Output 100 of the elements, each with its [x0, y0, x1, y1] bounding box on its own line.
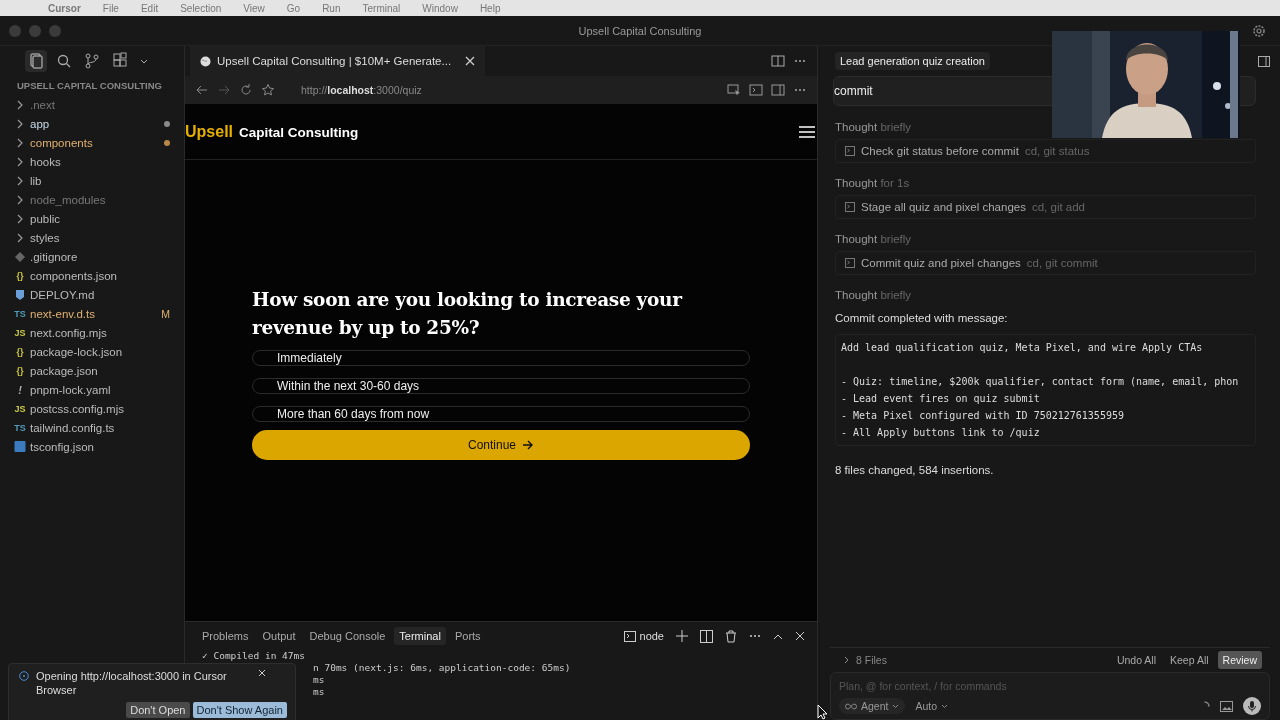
cursor-select-icon[interactable] [727, 83, 741, 97]
file-name: pnpm-lock.yaml [30, 383, 111, 396]
review-action-button[interactable]: Review [1217, 651, 1262, 669]
menu-item[interactable]: View [243, 2, 265, 14]
close-icon[interactable] [258, 669, 266, 677]
menu-item[interactable]: Window [422, 2, 458, 14]
sidebar-toggle-icon[interactable] [771, 83, 785, 97]
thought-label[interactable]: Thought for 1s [835, 172, 1256, 194]
terminal-icon[interactable] [749, 83, 763, 97]
browser-tab[interactable]: Upsell Capital Consulting | $10M+ Generate... [190, 46, 485, 76]
terminal-selector[interactable]: node [623, 630, 664, 642]
modified-status-letter: M [161, 307, 170, 320]
menu-item[interactable]: Run [322, 2, 341, 14]
file-tree-item[interactable]: JS postcss.config.mjs [0, 399, 184, 418]
file-tree-item[interactable]: DEPLOY.md [0, 285, 184, 304]
menu-item[interactable]: File [102, 2, 119, 14]
microphone-icon[interactable] [1243, 697, 1261, 715]
notification-button[interactable]: Don't Show Again [192, 702, 287, 718]
code-line: - Quiz: timeline, $200k qualifier, contact form (name, email, phon [841, 375, 1240, 389]
files-icon[interactable] [25, 50, 47, 72]
file-tree-item[interactable]: ! pnpm-lock.yaml [0, 380, 184, 399]
quiz-question: How soon are you looking to increase your revenue by up to 25%? [252, 288, 684, 340]
panel-tab[interactable]: Problems [197, 627, 254, 645]
json-file-icon: {} [14, 365, 26, 376]
file-tree-item[interactable]: app [0, 114, 184, 133]
assistant-message: 8 files changed, 584 insertions. [835, 463, 995, 478]
file-name: next.config.mjs [30, 326, 107, 339]
tool-call-row[interactable]: Check git status before commit cd, git status [835, 139, 1256, 163]
explorer-header[interactable]: UPSELL CAPITAL CONSULTING [0, 76, 184, 95]
file-name: .gitignore [30, 250, 78, 263]
star-icon[interactable] [261, 83, 275, 97]
file-tree-item[interactable]: {} package.json [0, 361, 184, 380]
menu-item[interactable]: Edit [140, 2, 159, 14]
brand-name[interactable]: Capital Consulting [239, 124, 359, 140]
chat-title-tab[interactable]: Lead generation quiz creation [835, 52, 990, 70]
thought-label[interactable]: Thought briefly [835, 284, 1256, 306]
back-arrow-icon[interactable] [195, 83, 209, 97]
file-tree-item[interactable]: {} package-lock.json [0, 342, 184, 361]
model-dropdown[interactable]: Auto [915, 700, 949, 712]
review-action-button[interactable]: Keep All [1165, 651, 1214, 669]
panel-tab[interactable]: Ports [449, 627, 486, 645]
panel-tab[interactable]: Debug Console [304, 627, 391, 645]
file-name: app [30, 117, 50, 130]
file-tree-item[interactable]: .gitignore [0, 247, 184, 266]
file-tree-item[interactable]: hooks [0, 152, 184, 171]
thought-label[interactable]: Thought briefly [835, 116, 1256, 138]
review-action-button[interactable]: Undo All [1111, 651, 1162, 669]
more-icon[interactable] [749, 634, 761, 638]
close-icon[interactable] [465, 56, 475, 66]
split-view-icon[interactable] [700, 629, 713, 643]
file-tree-item[interactable]: lib [0, 171, 184, 190]
globe-icon [200, 55, 211, 67]
menu-item[interactable]: Selection [180, 2, 222, 14]
info-icon [19, 671, 29, 681]
tool-call-title: Stage all quiz and pixel changes [861, 201, 1026, 213]
typescript-file-icon: TS [14, 308, 26, 319]
thought-label[interactable]: Thought briefly [835, 228, 1256, 250]
panel-tab[interactable]: Output [257, 627, 301, 645]
terminal-line: ms [313, 674, 325, 686]
menu-item[interactable]: Go [286, 2, 301, 14]
close-icon[interactable] [795, 631, 805, 641]
split-view-icon[interactable] [771, 54, 785, 68]
file-tree-item[interactable]: TS tailwind.config.ts [0, 418, 184, 437]
file-tree-item[interactable]: TS next-env.d.ts M [0, 304, 184, 323]
url-field[interactable]: http://localhost:3000/quiz [301, 84, 422, 96]
panel-tab[interactable]: Terminal [394, 627, 446, 645]
brand-logo-text[interactable]: Upsell [185, 122, 233, 141]
continue-button[interactable]: Continue [252, 430, 750, 460]
file-tree-item[interactable]: {} components.json [0, 266, 184, 285]
file-name: components.json [30, 269, 117, 282]
tool-call-row[interactable]: Stage all quiz and pixel changes cd, git add [835, 195, 1256, 219]
menu-item[interactable]: Help [479, 2, 501, 14]
tool-call-command: cd, git status [1024, 145, 1090, 157]
chevron-up-icon[interactable] [773, 632, 783, 640]
file-tree-item[interactable]: JS next.config.mjs [0, 323, 184, 342]
image-icon[interactable] [1220, 700, 1233, 712]
notification-button[interactable]: Don't Open [126, 702, 190, 718]
exclamation-icon: ! [14, 383, 26, 396]
mode-dropdown[interactable]: Agent [839, 698, 906, 714]
config-file-icon [14, 441, 26, 452]
file-tree-item[interactable]: node_modules [0, 190, 184, 209]
panel-toggle-icon[interactable] [1258, 55, 1270, 67]
json-file-icon: {} [14, 270, 26, 281]
menu-icon[interactable] [799, 124, 815, 139]
file-tree-item[interactable]: styles [0, 228, 184, 247]
reload-icon[interactable] [239, 83, 253, 97]
file-tree-item[interactable]: .next [0, 95, 184, 114]
change-dot [164, 120, 170, 127]
menu-item[interactable]: Cursor [48, 2, 81, 14]
file-name: next-env.d.ts [30, 307, 95, 320]
file-tree-item[interactable]: components [0, 133, 184, 152]
changed-files-toggle[interactable]: 8 Files [844, 654, 887, 666]
javascript-file-icon: JS [14, 403, 26, 414]
settings-icon[interactable] [1252, 23, 1266, 38]
file-tree-item[interactable]: public [0, 209, 184, 228]
trash-icon[interactable] [725, 629, 737, 643]
menu-item[interactable]: Terminal [362, 2, 401, 14]
tool-call-row[interactable]: Commit quiz and pixel changes cd, git commit [835, 251, 1256, 275]
plus-icon[interactable] [676, 630, 688, 642]
file-tree-item[interactable]: tsconfig.json [0, 437, 184, 456]
